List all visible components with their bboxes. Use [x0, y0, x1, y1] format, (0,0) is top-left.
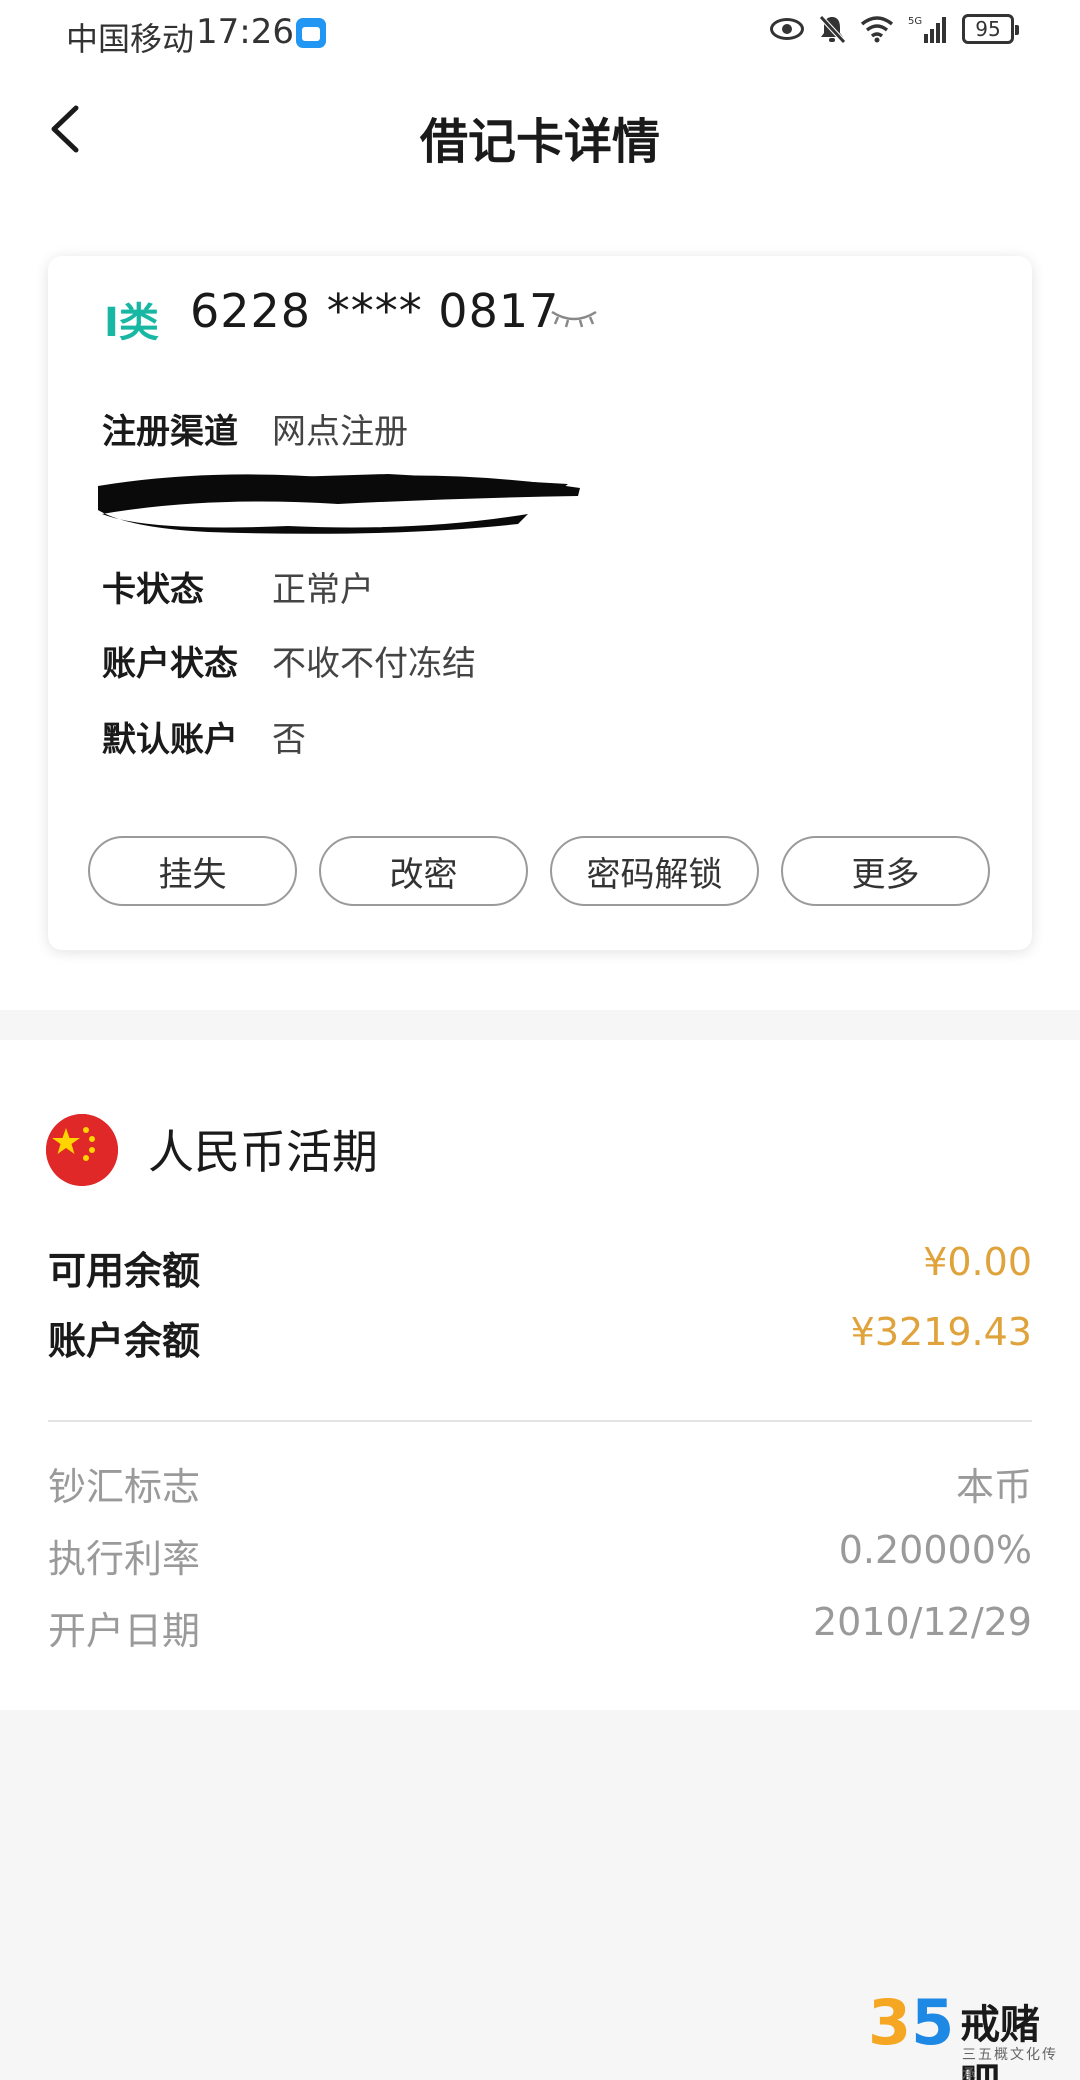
report-loss-button[interactable]: 挂失: [88, 836, 297, 906]
detail-label: 钞汇标志: [48, 1465, 201, 1509]
row-label: 默认账户: [102, 720, 238, 760]
detail-value: 0.20000%: [838, 1528, 1032, 1572]
row-value: 网点注册: [272, 412, 408, 452]
account-title: 人民币活期: [148, 1125, 378, 1179]
unlock-password-button[interactable]: 密码解锁: [550, 836, 759, 906]
card-class-badge: I类: [104, 300, 159, 346]
card-action-buttons: 挂失 改密 密码解锁 更多: [88, 836, 990, 906]
more-button[interactable]: 更多: [781, 836, 990, 906]
redaction-scribble: [98, 474, 580, 534]
navigation-bar: 借记卡详情: [0, 84, 1080, 174]
row-label: 卡状态: [102, 570, 204, 610]
network-type: 5G: [908, 16, 922, 27]
eye-icon: [770, 18, 804, 40]
account-balance-value: ¥3219.43: [850, 1310, 1032, 1354]
debit-card-panel: I类 6228 **** 0817 注册渠道 网点注册 卡状态 正常户 账户状态 不收…: [48, 256, 1032, 950]
card-status-row: 卡状态 正常户: [102, 562, 374, 611]
watermark-number: 35: [868, 1986, 954, 2059]
account-status-row: 账户状态 不收不付冻结: [102, 636, 476, 685]
row-label: 账户状态: [102, 644, 238, 684]
china-flag-icon: [46, 1114, 118, 1186]
card-number: 6228 **** 0817: [190, 284, 560, 338]
currency-flag-row: 钞汇标志 本币: [48, 1456, 1032, 1511]
row-value: 不收不付冻结: [272, 644, 476, 684]
page-title: 借记卡详情: [419, 114, 660, 170]
battery-indicator: 95: [962, 14, 1019, 44]
clock: 17:26: [196, 12, 294, 52]
status-icons: 5G 95: [770, 14, 1019, 44]
signal-icon: 5G: [908, 14, 948, 44]
row-value: 正常户: [272, 570, 374, 610]
watermark-logo: 35 戒赌吧 三五概文化传承: [868, 1986, 1068, 2080]
rmb-current-account-section: 人民币活期 可用余额 ¥0.00 账户余额 ¥3219.43 钞汇标志 本币 执…: [0, 1040, 1080, 1710]
change-password-button[interactable]: 改密: [319, 836, 528, 906]
detail-label: 开户日期: [48, 1609, 201, 1653]
available-balance-label: 可用余额: [48, 1249, 201, 1293]
divider: [48, 1420, 1032, 1422]
row-label: 注册渠道: [102, 412, 238, 452]
detail-value: 2010/12/29: [812, 1600, 1032, 1644]
available-balance-value: ¥0.00: [923, 1240, 1032, 1284]
carrier-label: 中国移动: [66, 20, 195, 58]
watermark-subtitle: 三五概文化传承: [962, 2047, 1058, 2080]
status-bar: 中国移动 17:26 5G 95: [0, 0, 1080, 66]
bell-muted-icon: [818, 14, 846, 44]
calendar-notification-icon: [296, 18, 326, 48]
account-balance-row: 账户余额 ¥3219.43: [48, 1310, 1032, 1365]
watermark-digit-a: 3: [868, 1986, 912, 2059]
row-value: 否: [272, 720, 306, 760]
detail-label: 执行利率: [48, 1537, 201, 1581]
open-date-row: 开户日期 2010/12/29: [48, 1600, 1032, 1655]
interest-rate-row: 执行利率 0.20000%: [48, 1528, 1032, 1583]
account-balance-label: 账户余额: [48, 1319, 201, 1363]
hide-number-eye-icon[interactable]: [550, 308, 598, 328]
wifi-icon: [860, 15, 894, 43]
watermark-digit-b: 5: [911, 1986, 955, 2059]
available-balance-row: 可用余额 ¥0.00: [48, 1240, 1032, 1295]
registration-channel-row: 注册渠道 网点注册: [102, 404, 408, 453]
detail-value: 本币: [955, 1465, 1032, 1509]
default-account-row: 默认账户否: [102, 712, 306, 761]
